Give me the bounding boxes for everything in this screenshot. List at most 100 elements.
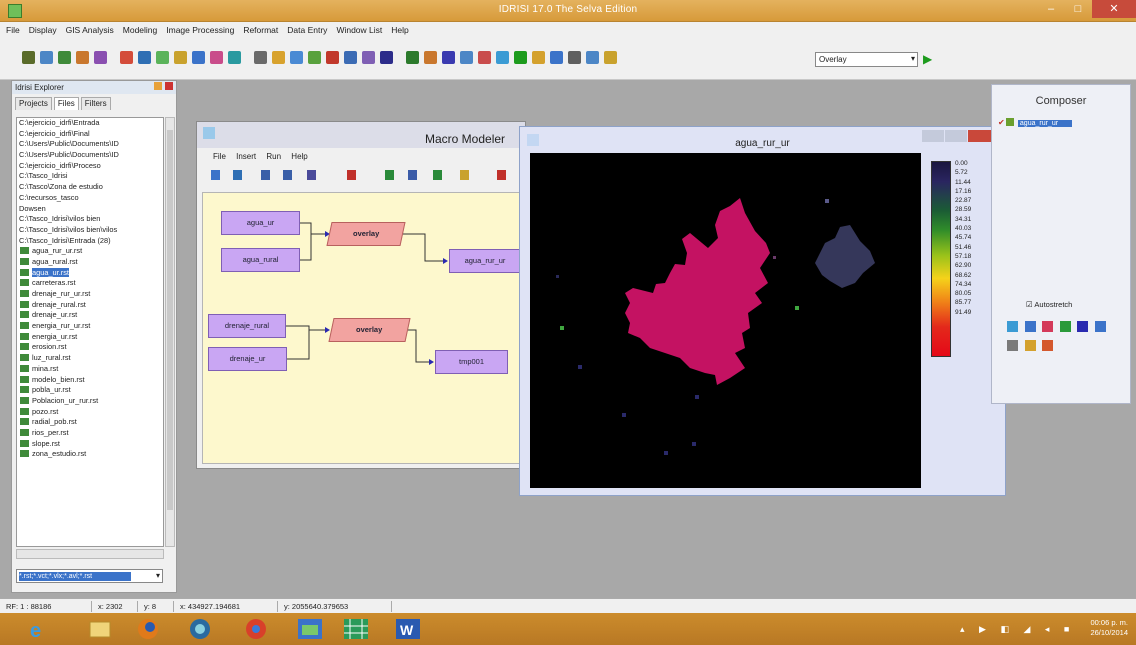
- chrome-icon[interactable]: [236, 617, 276, 641]
- maximize-button[interactable]: □: [1065, 0, 1091, 18]
- print-icon[interactable]: [307, 170, 316, 180]
- toolbar-tool-icon[interactable]: [174, 51, 187, 64]
- folder-row[interactable]: C:\Users\Public\Documents\ID: [17, 150, 163, 161]
- maximize-button[interactable]: [945, 130, 967, 142]
- macro-menu-run[interactable]: Run: [266, 152, 281, 161]
- add-raster-icon[interactable]: [385, 170, 394, 180]
- module-dropdown[interactable]: Overlay ▾: [815, 52, 918, 67]
- toolbar-tool-icon[interactable]: [550, 51, 563, 64]
- toolbar-tool-icon[interactable]: [604, 51, 617, 64]
- tab-files[interactable]: Files: [53, 97, 79, 110]
- model-node-agua-rural[interactable]: agua_rural: [221, 248, 300, 272]
- model-node-drenaje-rural[interactable]: drenaje_rural: [208, 314, 286, 338]
- folder-row[interactable]: C:\recursos_tasco: [17, 193, 163, 204]
- toolbar-tool-icon[interactable]: [290, 51, 303, 64]
- macro-menu-file[interactable]: File: [213, 152, 226, 161]
- layer-visible-check-icon[interactable]: ✔: [998, 118, 1005, 127]
- folder-row[interactable]: C:\Tasco_Idrisi\Entrada (28): [17, 236, 163, 247]
- model-node-overlay-2[interactable]: overlay: [328, 318, 411, 342]
- scrollbar-thumb[interactable]: [167, 130, 173, 510]
- open-icon[interactable]: [233, 170, 242, 180]
- menu-window-list[interactable]: Window List: [336, 25, 382, 35]
- model-node-agua-ur[interactable]: agua_ur: [221, 211, 300, 235]
- toolbar-tool-icon[interactable]: [210, 51, 223, 64]
- model-node-tmp001[interactable]: tmp001: [435, 350, 508, 374]
- toolbar-tool-icon[interactable]: [308, 51, 321, 64]
- filter-dropdown[interactable]: *.rst;*.vct;*.vlx;*.avl;*.rst ▾: [16, 569, 163, 583]
- toolbar-tool-icon[interactable]: [478, 51, 491, 64]
- file-row[interactable]: energia_ur.rst: [17, 332, 163, 343]
- new-icon[interactable]: [211, 170, 220, 180]
- file-row[interactable]: agua_rural.rst: [17, 257, 163, 268]
- delete-icon[interactable]: [347, 170, 356, 180]
- file-row[interactable]: rios_per.rst: [17, 428, 163, 439]
- file-row[interactable]: erosion.rst: [17, 342, 163, 353]
- toolbar-tool-icon[interactable]: [58, 51, 71, 64]
- toolbar-tool-icon[interactable]: [228, 51, 241, 64]
- model-canvas[interactable]: agua_ur agua_rural overlay agua_rur_ur d…: [202, 192, 523, 464]
- vertical-scrollbar[interactable]: [165, 117, 175, 547]
- toolbar-tool-icon[interactable]: [138, 51, 151, 64]
- file-row[interactable]: carreteras.rst: [17, 278, 163, 289]
- add-submodel-icon[interactable]: [460, 170, 469, 180]
- folder-row[interactable]: C:\Tasco\Zona de estudio: [17, 182, 163, 193]
- add-layer-icon[interactable]: [1007, 321, 1018, 332]
- menu-help[interactable]: Help: [391, 25, 408, 35]
- toolbar-tool-icon[interactable]: [362, 51, 375, 64]
- model-node-agua-rur-ur[interactable]: agua_rur_ur: [449, 249, 521, 273]
- model-node-overlay-1[interactable]: overlay: [326, 222, 406, 246]
- toolbar-tool-icon[interactable]: [460, 51, 473, 64]
- toolbar-tool-icon[interactable]: [532, 51, 545, 64]
- toolbar-tool-icon[interactable]: [326, 51, 339, 64]
- file-row[interactable]: agua_ur.rst: [17, 267, 163, 279]
- layer-properties-icon[interactable]: [1042, 321, 1054, 332]
- menu-display[interactable]: Display: [29, 25, 57, 35]
- toolbar-tool-icon[interactable]: [156, 51, 169, 64]
- tab-filters[interactable]: Filters: [80, 97, 111, 110]
- folder-row[interactable]: C:\Tasco_Idrisi\vilos bien\vilos: [17, 225, 163, 236]
- zoom-icon[interactable]: [1042, 340, 1054, 351]
- toolbar-tool-icon[interactable]: [406, 51, 419, 64]
- file-row[interactable]: pozo.rst: [17, 407, 163, 418]
- file-row[interactable]: drenaje_rural.rst: [17, 300, 163, 311]
- toolbar-tool-icon[interactable]: [514, 51, 527, 64]
- save-composition-icon[interactable]: [1094, 321, 1106, 332]
- add-vector-icon[interactable]: [408, 170, 417, 180]
- raster-map[interactable]: [530, 153, 921, 488]
- pan-icon[interactable]: [1024, 340, 1036, 351]
- file-row[interactable]: slope.rst: [17, 439, 163, 450]
- file-row[interactable]: radial_pob.rst: [17, 417, 163, 428]
- menu-gis-analysis[interactable]: GIS Analysis: [66, 25, 114, 35]
- horizontal-scrollbar[interactable]: [16, 549, 164, 559]
- word-icon[interactable]: W: [388, 617, 428, 641]
- toolbar-tool-icon[interactable]: [94, 51, 107, 64]
- toolbar-tool-icon[interactable]: [22, 51, 35, 64]
- connect-icon[interactable]: [497, 170, 506, 180]
- menu-data-entry[interactable]: Data Entry: [287, 25, 327, 35]
- file-row[interactable]: modelo_bien.rst: [17, 375, 163, 386]
- file-row[interactable]: pobla_ur.rst: [17, 385, 163, 396]
- feature-properties-icon[interactable]: [1077, 321, 1089, 332]
- folder-row[interactable]: C:\ejercicio_idrfi\Entrada: [17, 118, 163, 129]
- system-clock[interactable]: 00:06 p. m. 26/10/2014: [1090, 618, 1128, 638]
- file-row[interactable]: zona_estudio.rst: [17, 449, 163, 460]
- toolbar-tool-icon[interactable]: [40, 51, 53, 64]
- folder-row[interactable]: C:\ejercicio_idrfi\Proceso: [17, 161, 163, 172]
- save-icon[interactable]: [261, 170, 270, 180]
- folder-row[interactable]: C:\Tasco_Idrisi: [17, 171, 163, 182]
- globe-icon[interactable]: [180, 617, 220, 641]
- file-row[interactable]: luz_rural.rst: [17, 353, 163, 364]
- menu-image-processing[interactable]: Image Processing: [166, 25, 234, 35]
- toolbar-tool-icon[interactable]: [442, 51, 455, 64]
- toolbar-tool-icon[interactable]: [76, 51, 89, 64]
- model-node-drenaje-ur[interactable]: drenaje_ur: [208, 347, 287, 371]
- remove-layer-icon[interactable]: [1024, 321, 1036, 332]
- folder-row[interactable]: C:\Users\Public\Documents\ID: [17, 139, 163, 150]
- toolbar-tool-icon[interactable]: [120, 51, 133, 64]
- file-row[interactable]: drenaje_ur.rst: [17, 310, 163, 321]
- run-play-icon[interactable]: ▶: [923, 52, 932, 66]
- toolbar-tool-icon[interactable]: [272, 51, 285, 64]
- menu-file[interactable]: File: [6, 25, 20, 35]
- close-button[interactable]: ✕: [1092, 0, 1136, 18]
- save-as-icon[interactable]: [283, 170, 292, 180]
